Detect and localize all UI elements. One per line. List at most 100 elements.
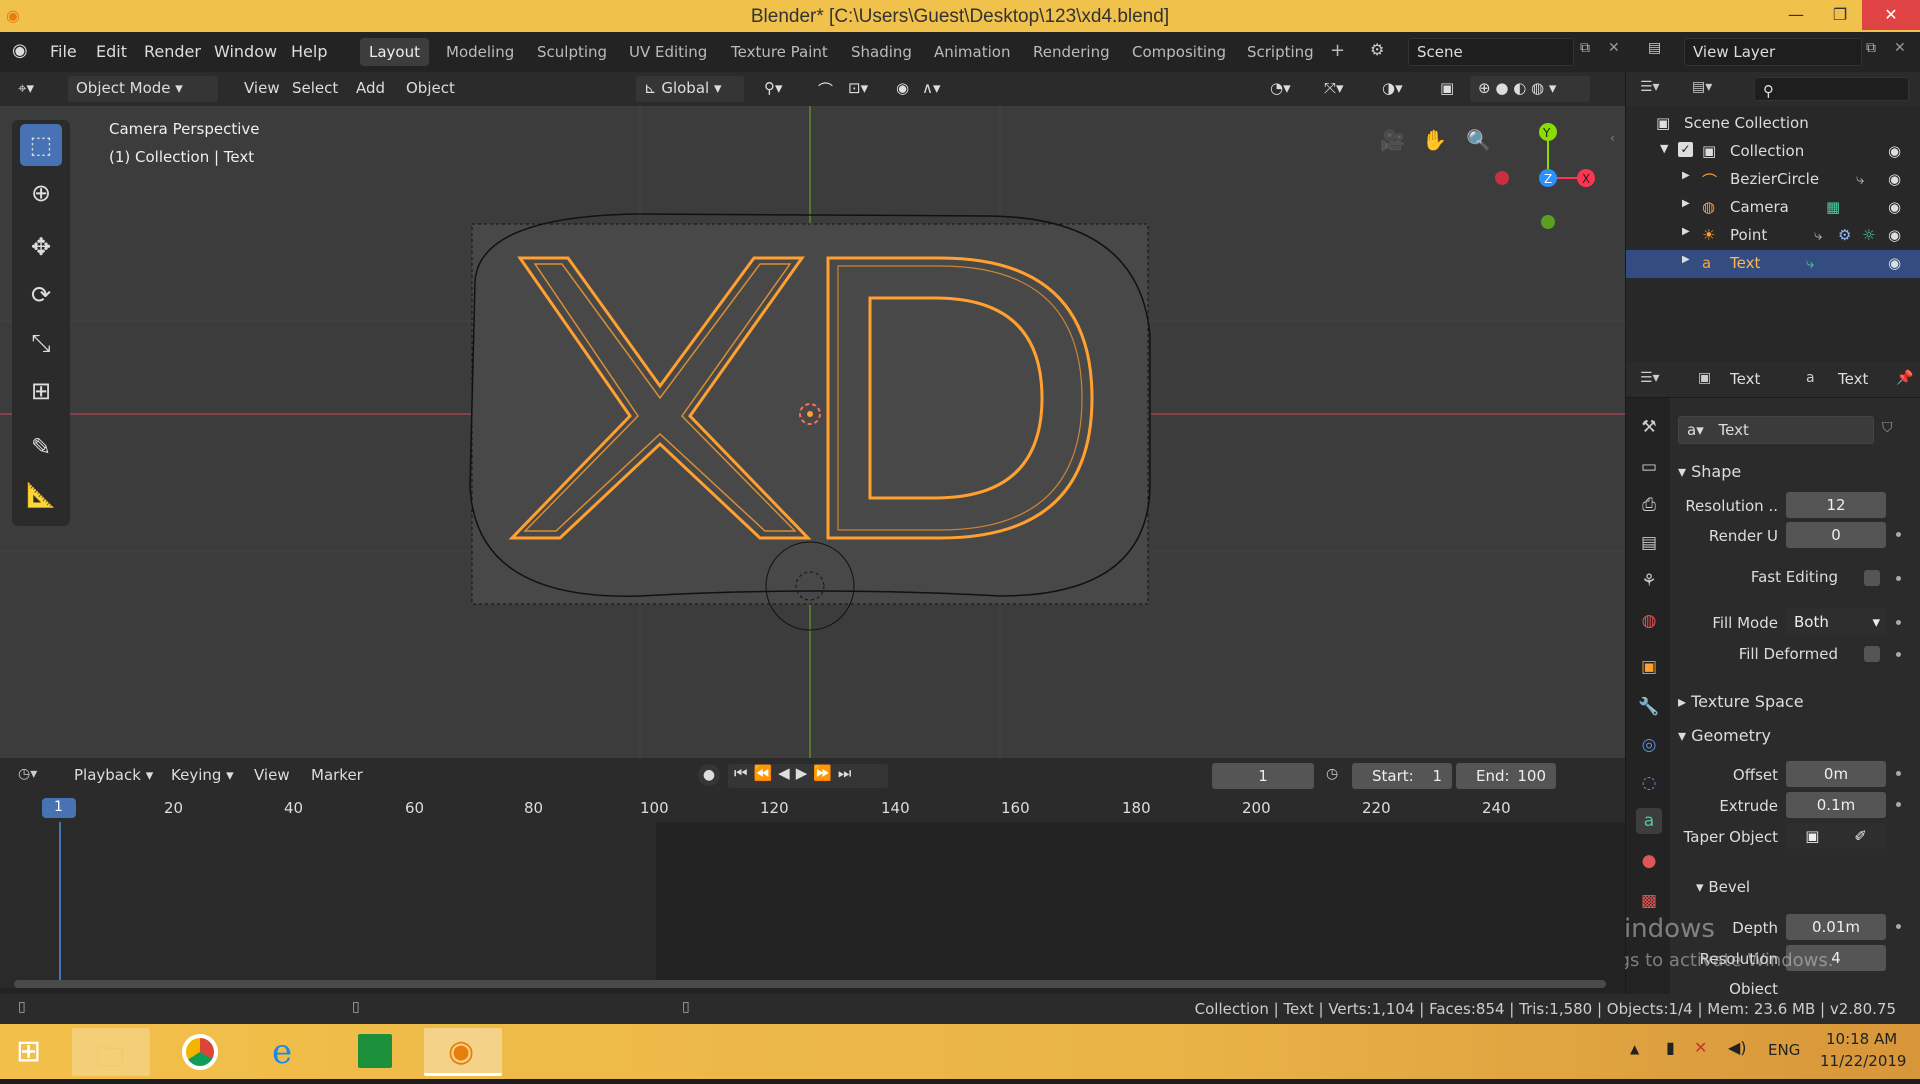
scene-icon[interactable]: ⚙ bbox=[1370, 40, 1384, 59]
outliner-item-camera[interactable]: ▶ ◍ Camera ▦ ◉ bbox=[1626, 194, 1920, 222]
tool-tab-icon[interactable]: ⚒ bbox=[1636, 414, 1662, 440]
bevel-panel-header[interactable]: ▾ Bevel bbox=[1696, 878, 1750, 896]
output-tab-icon[interactable]: ⎙ bbox=[1636, 492, 1662, 518]
outliner-search-input[interactable]: ⚲ bbox=[1754, 77, 1909, 101]
orientation-dropdown[interactable]: ⊾ Global ▾ bbox=[636, 76, 744, 102]
datablock-selector[interactable]: a▾ Text bbox=[1678, 416, 1874, 444]
delete-view-layer-icon[interactable]: ✕ bbox=[1894, 40, 1906, 56]
current-frame-field[interactable]: 1 bbox=[1212, 763, 1314, 789]
tab-uv-editing[interactable]: UV Editing bbox=[620, 38, 716, 66]
expand-icon[interactable]: ▼ bbox=[1660, 142, 1668, 155]
file-explorer-icon[interactable]: 🗀 bbox=[72, 1028, 150, 1076]
tab-layout[interactable]: Layout bbox=[360, 38, 429, 66]
fill-mode-dropdown[interactable]: Both ▾ bbox=[1786, 609, 1886, 635]
fake-user-icon[interactable]: ⛉ bbox=[1882, 420, 1893, 436]
gizmo-toggle-icon[interactable]: ⤧▾ bbox=[1316, 76, 1352, 102]
proportional-edit-icon[interactable]: ◉ bbox=[888, 76, 917, 102]
internet-explorer-icon[interactable]: e bbox=[248, 1028, 326, 1076]
frame-range-area[interactable] bbox=[0, 822, 656, 988]
scene-field[interactable]: Scene bbox=[1408, 38, 1574, 66]
pin-icon[interactable]: 📌 bbox=[1896, 370, 1913, 386]
outliner-collection[interactable]: ▼ ✓ ▣ Collection ◉ bbox=[1626, 138, 1920, 166]
sidebar-toggle-icon[interactable]: ‹ bbox=[1610, 131, 1615, 145]
clock-time[interactable]: 10:18 AM bbox=[1826, 1030, 1897, 1048]
keyframe-dot[interactable] bbox=[1896, 620, 1901, 625]
checkbox-icon[interactable]: ✓ bbox=[1678, 142, 1693, 157]
view-layer-tab-icon[interactable]: ▤ bbox=[1636, 530, 1662, 556]
outliner-item-beziercircle[interactable]: ▶ ⌒ BezierCircle ⤷ ◉ bbox=[1626, 166, 1920, 194]
new-view-layer-icon[interactable]: ⧉ bbox=[1866, 40, 1876, 56]
pan-hand-icon[interactable]: ✋ bbox=[1422, 128, 1447, 152]
frame-ruler[interactable]: 1 20 40 60 80 100 120 140 160 180 200 22… bbox=[0, 794, 1625, 822]
scene-tab-icon[interactable]: ⚘ bbox=[1636, 568, 1662, 594]
properties-editor-icon[interactable]: ☰▾ bbox=[1640, 370, 1660, 386]
visibility-icon[interactable]: ◔▾ bbox=[1262, 76, 1299, 102]
marker-menu[interactable]: Marker bbox=[311, 766, 363, 784]
editor-type-icon[interactable]: ⌖▾ bbox=[10, 76, 42, 102]
outliner-item-text[interactable]: ▶ a Text ⤷ ◉ bbox=[1626, 250, 1920, 278]
keyframe-dot[interactable] bbox=[1896, 652, 1901, 657]
tab-shading[interactable]: Shading bbox=[842, 38, 921, 66]
new-scene-icon[interactable]: ⧉ bbox=[1580, 40, 1590, 56]
tab-modeling[interactable]: Modeling bbox=[437, 38, 523, 66]
end-frame-field[interactable]: End: 100 bbox=[1456, 763, 1556, 789]
add-workspace-icon[interactable]: + bbox=[1330, 40, 1345, 61]
eye-icon[interactable]: ◉ bbox=[1888, 226, 1901, 244]
depth-field[interactable]: 0.01m bbox=[1786, 914, 1886, 940]
playback-menu[interactable]: Playback ▾ bbox=[74, 766, 153, 784]
keyframe-dot[interactable] bbox=[1896, 532, 1901, 537]
tab-compositing[interactable]: Compositing bbox=[1123, 38, 1235, 66]
expand-icon[interactable]: ▶ bbox=[1682, 226, 1690, 237]
falloff-icon[interactable]: ∧▾ bbox=[914, 76, 949, 102]
delete-scene-icon[interactable]: ✕ bbox=[1608, 40, 1620, 56]
keyframe-dot[interactable] bbox=[1896, 576, 1901, 581]
move-tool-icon[interactable]: ✥ bbox=[20, 226, 62, 268]
geometry-panel-header[interactable]: ▾ Geometry bbox=[1678, 726, 1771, 745]
battery-icon[interactable]: ▮ bbox=[1666, 1038, 1675, 1057]
select-box-tool-icon[interactable]: ⬚ bbox=[20, 124, 62, 166]
eyedropper-icon[interactable]: ✐ bbox=[1854, 827, 1867, 845]
data-tab-icon[interactable]: a bbox=[1636, 808, 1662, 834]
particles-tab-icon[interactable]: ◎ bbox=[1636, 732, 1662, 758]
tab-texture-paint[interactable]: Texture Paint bbox=[722, 38, 837, 66]
resolution-field[interactable]: 12 bbox=[1786, 492, 1886, 518]
start-frame-field[interactable]: Start: 1 bbox=[1352, 763, 1452, 789]
menu-select[interactable]: Select bbox=[284, 76, 346, 102]
menu-add[interactable]: Add bbox=[348, 76, 393, 102]
eye-icon[interactable]: ◉ bbox=[1888, 142, 1901, 160]
keyframe-dot[interactable] bbox=[1896, 924, 1901, 929]
cursor-tool-icon[interactable]: ⊕ bbox=[20, 172, 62, 214]
timeline-editor-icon[interactable]: ◷▾ bbox=[18, 766, 37, 782]
keyframe-dot[interactable] bbox=[1896, 771, 1901, 776]
keying-menu[interactable]: Keying ▾ bbox=[171, 766, 234, 784]
outliner-item-point[interactable]: ▶ ☀ Point ⤷ ⚙ ☼ ◉ bbox=[1626, 222, 1920, 250]
clock-date[interactable]: 11/22/2019 bbox=[1820, 1052, 1906, 1070]
tab-animation[interactable]: Animation bbox=[925, 38, 1019, 66]
eye-icon[interactable]: ◉ bbox=[1888, 254, 1901, 272]
offset-field[interactable]: 0m bbox=[1786, 761, 1886, 787]
mode-dropdown[interactable]: Object Mode ▾ bbox=[68, 76, 218, 102]
playback-controls[interactable]: ⏮⏪◀▶⏩⏭ bbox=[728, 764, 888, 788]
3d-viewport[interactable]: Camera Perspective (1) Collection | Text… bbox=[0, 106, 1625, 758]
fill-deformed-checkbox[interactable] bbox=[1864, 646, 1880, 662]
expand-icon[interactable]: ▶ bbox=[1682, 170, 1690, 181]
physics-tab-icon[interactable]: ◌ bbox=[1636, 770, 1662, 796]
menu-view[interactable]: View bbox=[236, 76, 288, 102]
windows-start-icon[interactable]: ⊞ bbox=[16, 1034, 41, 1069]
menu-help[interactable]: Help bbox=[291, 42, 327, 61]
timeline-view-menu[interactable]: View bbox=[254, 766, 290, 784]
store-icon[interactable] bbox=[336, 1028, 414, 1076]
close-button[interactable]: ✕ bbox=[1862, 0, 1920, 30]
fast-editing-checkbox[interactable] bbox=[1864, 570, 1880, 586]
transform-tool-icon[interactable]: ⊞ bbox=[20, 370, 62, 412]
language-indicator[interactable]: ENG bbox=[1768, 1041, 1800, 1059]
annotate-tool-icon[interactable]: ✎ bbox=[20, 426, 62, 468]
modifier-tab-icon[interactable]: 🔧 bbox=[1636, 694, 1662, 720]
blender-taskbar-icon[interactable]: ◉ bbox=[424, 1028, 502, 1076]
render-u-field[interactable]: 0 bbox=[1786, 522, 1886, 548]
snap-target-icon[interactable]: ⊡▾ bbox=[840, 76, 876, 102]
outliner-editor-icon[interactable]: ☰▾ bbox=[1640, 79, 1660, 95]
texture-space-panel-header[interactable]: ▸ Texture Space bbox=[1678, 692, 1804, 711]
keyframe-dot[interactable] bbox=[1896, 802, 1901, 807]
blender-menu-icon[interactable]: ◉ bbox=[12, 40, 28, 61]
